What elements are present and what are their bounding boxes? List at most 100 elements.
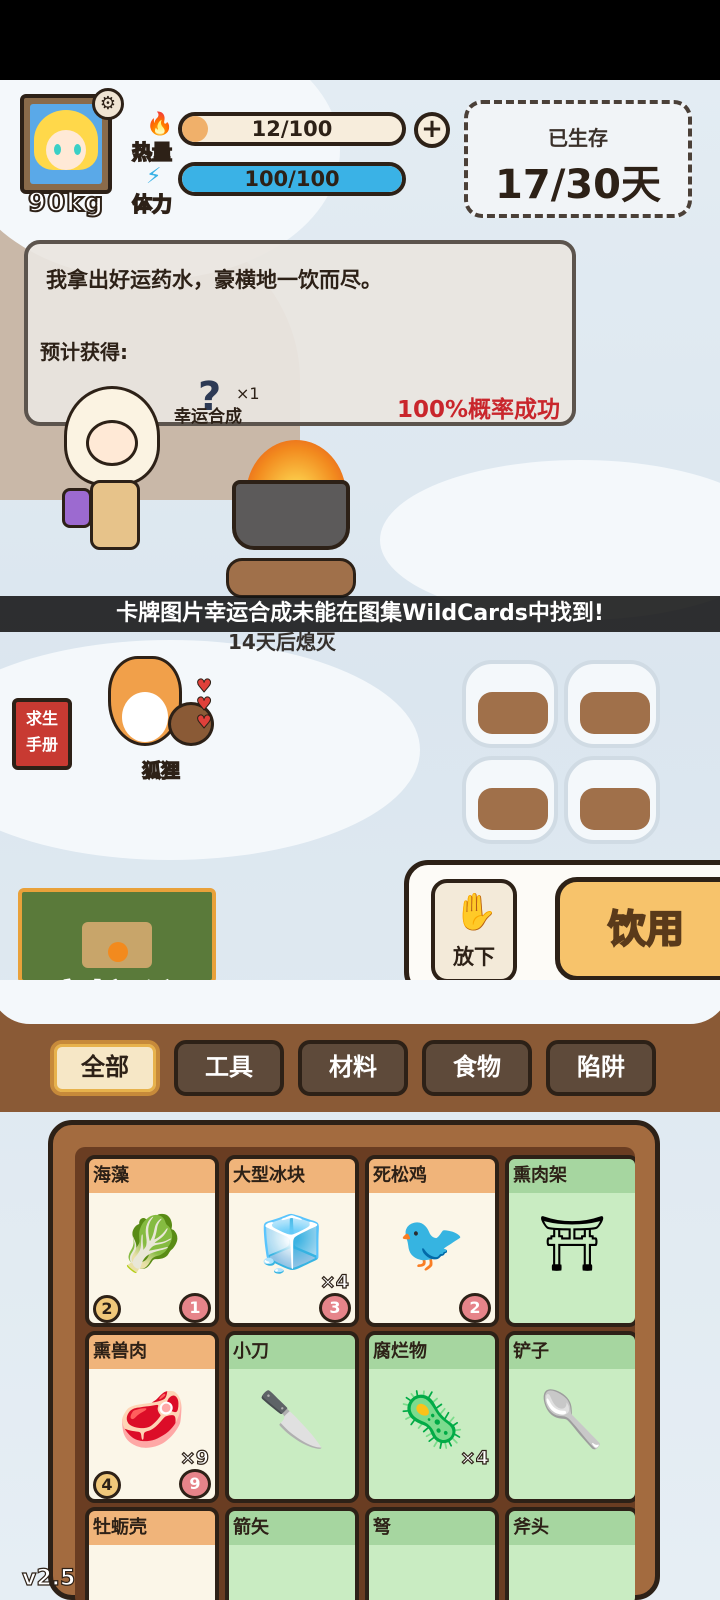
inventory-card[interactable]: 小刀 🔪 (225, 1331, 359, 1503)
tab-food[interactable]: 食物 (422, 1040, 532, 1096)
snow-edge (0, 980, 720, 1024)
card-body: 🧊 ×4 3 (229, 1193, 355, 1323)
game-scene: ⚙ 90kg 🔥 热量 12/100 + ⚡ 体力 100/100 已生存 17… (0, 80, 720, 1600)
inventory-card[interactable]: 弩 (365, 1507, 499, 1600)
tab-label: 全部 (81, 1053, 129, 1081)
card-name: 海藻 (89, 1159, 215, 1193)
inventory-card[interactable]: 死松鸡 🐦 2 (365, 1155, 499, 1327)
card-name: 大型冰块 (229, 1159, 355, 1193)
tab-all[interactable]: 全部 (50, 1040, 160, 1096)
heat-value: 12/100 (251, 117, 333, 141)
card-body (509, 1545, 635, 1600)
card-body: ⛩ (509, 1193, 635, 1323)
knife-icon: 🔪 (258, 1388, 326, 1451)
stamina-label: 体力 (131, 191, 173, 217)
rotten-stuff-icon: 🦠 (398, 1388, 466, 1451)
card-body (229, 1545, 355, 1600)
card-body: 🦠 ×4 (369, 1369, 495, 1499)
card-body: 🥬 2 1 (89, 1193, 215, 1323)
player-character (50, 380, 170, 580)
tab-traps[interactable]: 陷阱 (546, 1040, 656, 1096)
inventory-card[interactable]: 熏肉架 ⛩ (505, 1155, 635, 1327)
stamina-bar: 100/100 (178, 162, 406, 196)
inventory-card[interactable]: 铲子 🥄 (505, 1331, 635, 1503)
heat-icon: 🔥 (146, 112, 174, 137)
card-count-badge: 2 (459, 1293, 491, 1323)
card-qty: ×4 (459, 1446, 489, 1469)
version-label: v2.5 (21, 1565, 76, 1591)
inventory-card[interactable]: 箭矢 (225, 1507, 359, 1600)
card-qty: ×4 (319, 1270, 349, 1293)
snowy-log-icon[interactable] (564, 756, 660, 844)
inventory-card[interactable]: 腐烂物 🦠 ×4 (365, 1331, 499, 1503)
card-name: 牡蛎壳 (89, 1511, 215, 1545)
card-name: 斧头 (509, 1511, 635, 1545)
card-count-badge: 3 (319, 1293, 351, 1323)
reward-qty: ×1 (236, 384, 260, 403)
card-body: 🐦 2 (369, 1193, 495, 1323)
inventory-card[interactable]: 熏兽肉 🥩 ×9 4 9 (85, 1331, 219, 1503)
error-banner: 卡牌图片幸运合成未能在图集WildCards中找到! (0, 596, 720, 632)
tab-tools[interactable]: 工具 (174, 1040, 284, 1096)
shovel-icon: 🥄 (538, 1388, 606, 1451)
survival-days-panel: 已生存 17/30天 (464, 100, 692, 218)
player-weight: 90kg (27, 187, 105, 219)
card-body: 🔪 (229, 1369, 355, 1499)
heat-bar: 12/100 (178, 112, 406, 146)
card-value-badge: 4 (93, 1471, 121, 1499)
survival-title: 已生存 (548, 126, 608, 150)
potion-icon (62, 488, 92, 528)
snowy-log-icon[interactable] (462, 756, 558, 844)
card-name: 弩 (369, 1511, 495, 1545)
tab-label: 食物 (453, 1053, 501, 1081)
campfire[interactable] (226, 440, 356, 600)
drink-label: 饮用 (607, 906, 685, 952)
drop-button[interactable]: ✋ 放下 (431, 879, 517, 983)
cooking-pot-icon (232, 480, 350, 550)
manual-label: 求生 手册 (25, 709, 58, 754)
card-count-badge: 1 (179, 1293, 211, 1323)
ice-block-icon: 🧊 (258, 1212, 326, 1275)
inventory-card[interactable]: 海藻 🥬 2 1 (85, 1155, 219, 1327)
snowy-log-icon[interactable] (462, 660, 558, 748)
avatar (30, 104, 102, 184)
card-body: 🥩 ×9 4 9 (89, 1369, 215, 1499)
success-chance: 100%概率成功 (396, 397, 560, 423)
drink-button[interactable]: 饮用 (555, 877, 720, 981)
heart-icon: ♥ (195, 712, 213, 734)
stamina-icon: ⚡ (146, 164, 162, 189)
inventory-card[interactable]: 斧头 (505, 1507, 635, 1600)
tab-label: 陷阱 (577, 1053, 625, 1081)
card-body (89, 1545, 215, 1600)
card-name: 腐烂物 (369, 1335, 495, 1369)
drop-label: 放下 (453, 945, 495, 969)
card-count-badge: 9 (179, 1469, 211, 1499)
card-name: 熏兽肉 (89, 1335, 215, 1369)
card-body (369, 1545, 495, 1600)
survival-manual-button[interactable]: 求生 手册 (12, 698, 72, 770)
fox-label: 狐狸 (141, 759, 181, 782)
card-name: 死松鸡 (369, 1159, 495, 1193)
expected-label: 预计获得: (40, 340, 128, 364)
dead-grouse-icon: 🐦 (398, 1212, 466, 1275)
stamina-value: 100/100 (244, 167, 340, 191)
settings-gear-icon[interactable]: ⚙ (92, 88, 124, 120)
snowy-log-icon[interactable] (564, 660, 660, 748)
card-value-badge: 2 (93, 1295, 121, 1323)
smoked-meat-icon: 🥩 (118, 1388, 186, 1451)
survival-days: 17/30天 (495, 162, 661, 208)
reward-name: 幸运合成 (174, 407, 242, 427)
tab-label: 材料 (329, 1053, 377, 1081)
card-name: 铲子 (509, 1335, 635, 1369)
inventory-card[interactable]: 大型冰块 🧊 ×4 3 (225, 1155, 359, 1327)
add-heat-button[interactable]: + (414, 112, 450, 148)
inventory-card[interactable]: 牡蛎壳 (85, 1507, 219, 1600)
action-panel: ✋ 放下 饮用 (404, 860, 720, 996)
campfire-icon (108, 942, 128, 962)
inventory-panel: 海藻 🥬 2 1 大型冰块 🧊 ×4 3 死松鸡 🐦 2 熏肉架 ⛩ 熏兽肉 🥩 ×9 4 9 小刀 🔪 腐烂物 🦠 ×4 铲… (48, 1120, 660, 1600)
tab-materials[interactable]: 材料 (298, 1040, 408, 1096)
card-name: 熏肉架 (509, 1159, 635, 1193)
dialog-text: 我拿出好运药水，豪横地一饮而尽。 (46, 268, 382, 292)
tab-label: 工具 (205, 1053, 253, 1081)
inventory-grid[interactable]: 海藻 🥬 2 1 大型冰块 🧊 ×4 3 死松鸡 🐦 2 熏肉架 ⛩ 熏兽肉 🥩 ×9 4 9 小刀 🔪 腐烂物 🦠 ×4 铲… (75, 1147, 635, 1600)
